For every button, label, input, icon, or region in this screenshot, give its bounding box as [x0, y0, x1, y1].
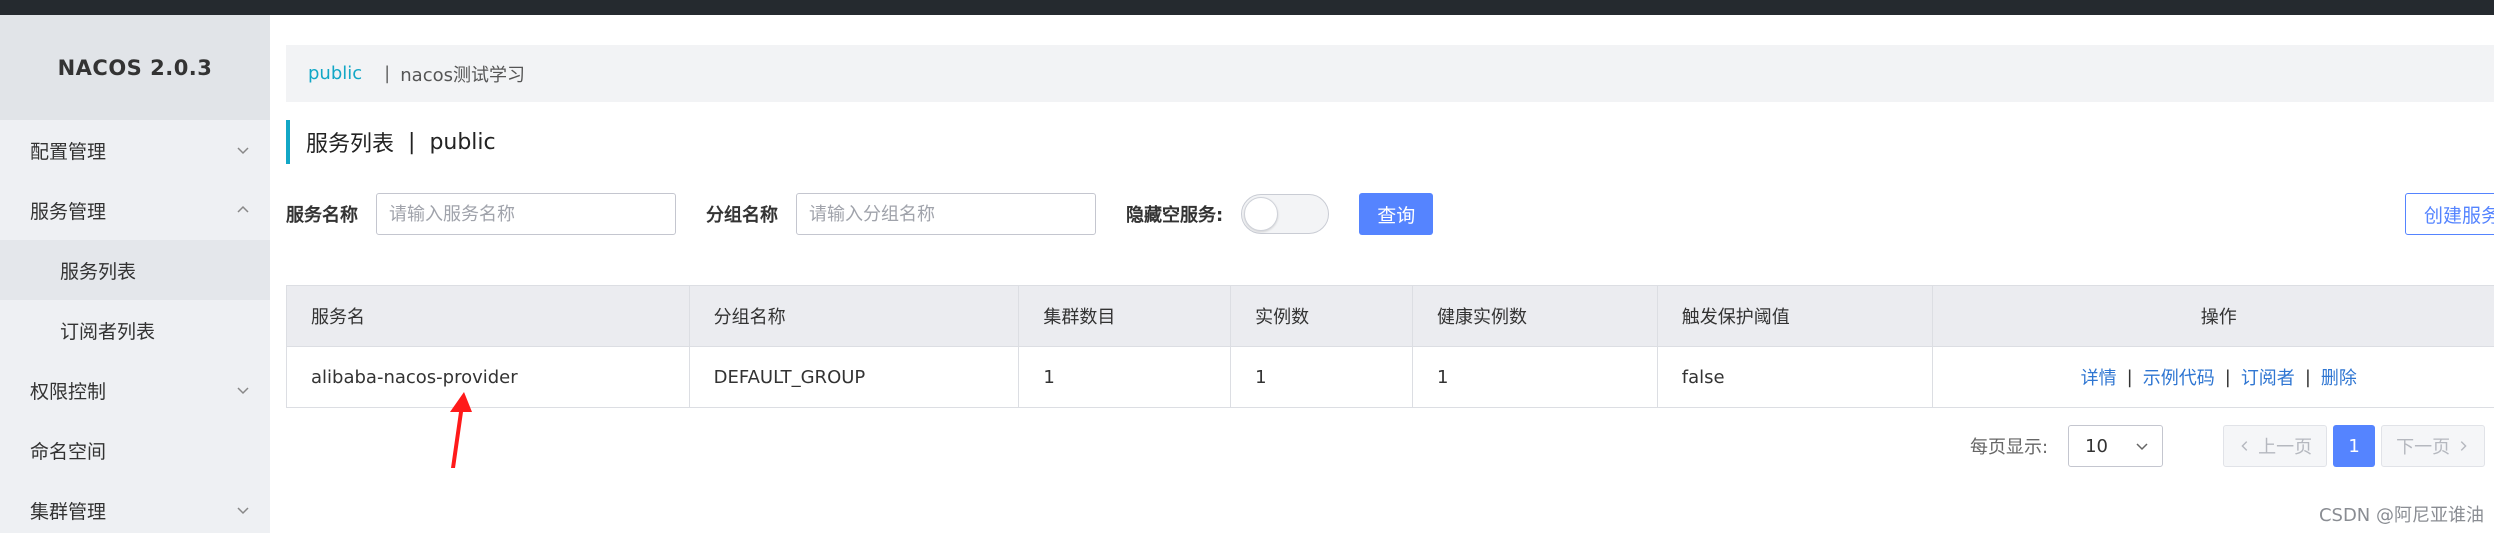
page-title: 服务列表 | public: [286, 120, 496, 164]
delete-link[interactable]: 删除: [2321, 364, 2357, 390]
namespace-breadcrumb: public | nacos测试学习: [286, 45, 2494, 102]
chevron-down-icon: [232, 379, 254, 401]
chevron-down-icon: [232, 139, 254, 161]
column-header-healthy-instance-count: 健康实例数: [1413, 286, 1658, 346]
column-header-service-name: 服务名: [287, 286, 690, 346]
sidebar-item-label: 权限控制: [30, 380, 107, 403]
chevron-down-icon: [232, 499, 254, 521]
column-header-protection-threshold: 触发保护阈值: [1658, 286, 1933, 346]
namespace-description: nacos测试学习: [400, 64, 525, 86]
cell-instance-count: 1: [1231, 347, 1413, 407]
sample-code-link[interactable]: 示例代码: [2143, 364, 2215, 390]
subscribers-link[interactable]: 订阅者: [2241, 364, 2295, 390]
sidebar-item-service-list[interactable]: 服务列表: [0, 240, 270, 300]
namespace-link-public[interactable]: public: [308, 63, 362, 84]
cell-group-name: DEFAULT_GROUP: [690, 347, 1020, 407]
cell-cluster-count: 1: [1019, 347, 1232, 407]
sidebar-item-label: 服务列表: [60, 260, 137, 283]
table-header: 服务名 分组名称 集群数目 实例数 健康实例数 触发保护阈值 操作: [287, 286, 2494, 347]
top-bar: [0, 0, 2494, 15]
sidebar-item-access-control[interactable]: 权限控制: [0, 360, 270, 420]
page-number-current[interactable]: 1: [2333, 425, 2376, 467]
details-link[interactable]: 详情: [2081, 364, 2117, 390]
red-annotation-arrow-icon: [450, 392, 472, 468]
sidebar-item-label: 配置管理: [30, 140, 107, 163]
query-button[interactable]: 查询: [1359, 193, 1434, 235]
page-title-separator: |: [408, 129, 416, 155]
main-content: public | nacos测试学习 服务列表 | public 服务名称 分组…: [270, 15, 2494, 533]
sidebar: NACOS 2.0.3 配置管理 服务管理 服务列表 订阅者列表 权限控制 命名…: [0, 15, 270, 533]
sidebar-item-service-management[interactable]: 服务管理: [0, 180, 270, 240]
filter-bar: 服务名称 分组名称 隐藏空服务: 查询 创建服务: [286, 193, 2494, 235]
app-logo[interactable]: NACOS 2.0.3: [0, 15, 270, 120]
cell-operations: 详情 | 示例代码 | 订阅者 | 删除: [1933, 347, 2494, 407]
group-name-label: 分组名称: [706, 205, 778, 226]
sidebar-item-label: 命名空间: [30, 440, 107, 463]
chevron-left-icon: [2241, 441, 2248, 451]
hide-empty-services-toggle[interactable]: [1241, 194, 1330, 234]
cell-service-name: alibaba-nacos-provider: [287, 347, 690, 407]
sidebar-item-config-management[interactable]: 配置管理: [0, 120, 270, 180]
column-header-group-name: 分组名称: [690, 286, 1020, 346]
ops-separator: |: [2126, 366, 2133, 388]
sidebar-item-namespace[interactable]: 命名空间: [0, 420, 270, 480]
toggle-knob: [1244, 197, 1279, 231]
page-title-text: 服务列表: [306, 132, 395, 157]
chevron-down-icon: [2136, 443, 2148, 451]
next-page-label: 下一页: [2396, 437, 2451, 458]
sidebar-item-cluster-management[interactable]: 集群管理: [0, 480, 270, 533]
prev-page-button[interactable]: 上一页: [2223, 425, 2328, 467]
column-header-instance-count: 实例数: [1231, 286, 1413, 346]
ops-separator: |: [2304, 366, 2311, 388]
sidebar-item-label: 订阅者列表: [60, 320, 156, 343]
group-name-input[interactable]: [796, 193, 1096, 235]
pagination: 每页显示: 10 上一页 1 下一页: [1970, 425, 2486, 467]
column-header-operations: 操作: [2200, 307, 2237, 328]
service-name-input[interactable]: [376, 193, 676, 235]
column-header-cluster-count: 集群数目: [1019, 286, 1232, 346]
next-page-button[interactable]: 下一页: [2381, 425, 2486, 467]
sidebar-item-label: 服务管理: [30, 200, 107, 223]
sidebar-item-label: 集群管理: [30, 500, 107, 523]
chevron-right-icon: [2460, 441, 2467, 451]
create-service-button[interactable]: 创建服务: [2405, 193, 2494, 235]
service-name-label: 服务名称: [286, 205, 358, 226]
per-page-value: 10: [2085, 435, 2108, 457]
page-title-namespace: public: [429, 129, 496, 155]
cell-protection-threshold: false: [1658, 347, 1933, 407]
table-row: alibaba-nacos-provider DEFAULT_GROUP 1 1…: [287, 347, 2494, 407]
service-table: 服务名 分组名称 集群数目 实例数 健康实例数 触发保护阈值 操作 alibab…: [286, 285, 2494, 408]
hide-empty-services-label: 隐藏空服务:: [1126, 205, 1224, 226]
sidebar-item-subscriber-list[interactable]: 订阅者列表: [0, 300, 270, 360]
prev-page-label: 上一页: [2258, 437, 2313, 458]
chevron-up-icon: [232, 199, 254, 221]
ops-separator: |: [2224, 366, 2231, 388]
per-page-select[interactable]: 10: [2068, 425, 2164, 467]
watermark: CSDN @阿尼亚谁油: [2318, 505, 2484, 526]
per-page-label: 每页显示:: [1970, 437, 2049, 458]
cell-healthy-instance-count: 1: [1413, 347, 1658, 407]
breadcrumb-separator: |: [384, 63, 391, 84]
